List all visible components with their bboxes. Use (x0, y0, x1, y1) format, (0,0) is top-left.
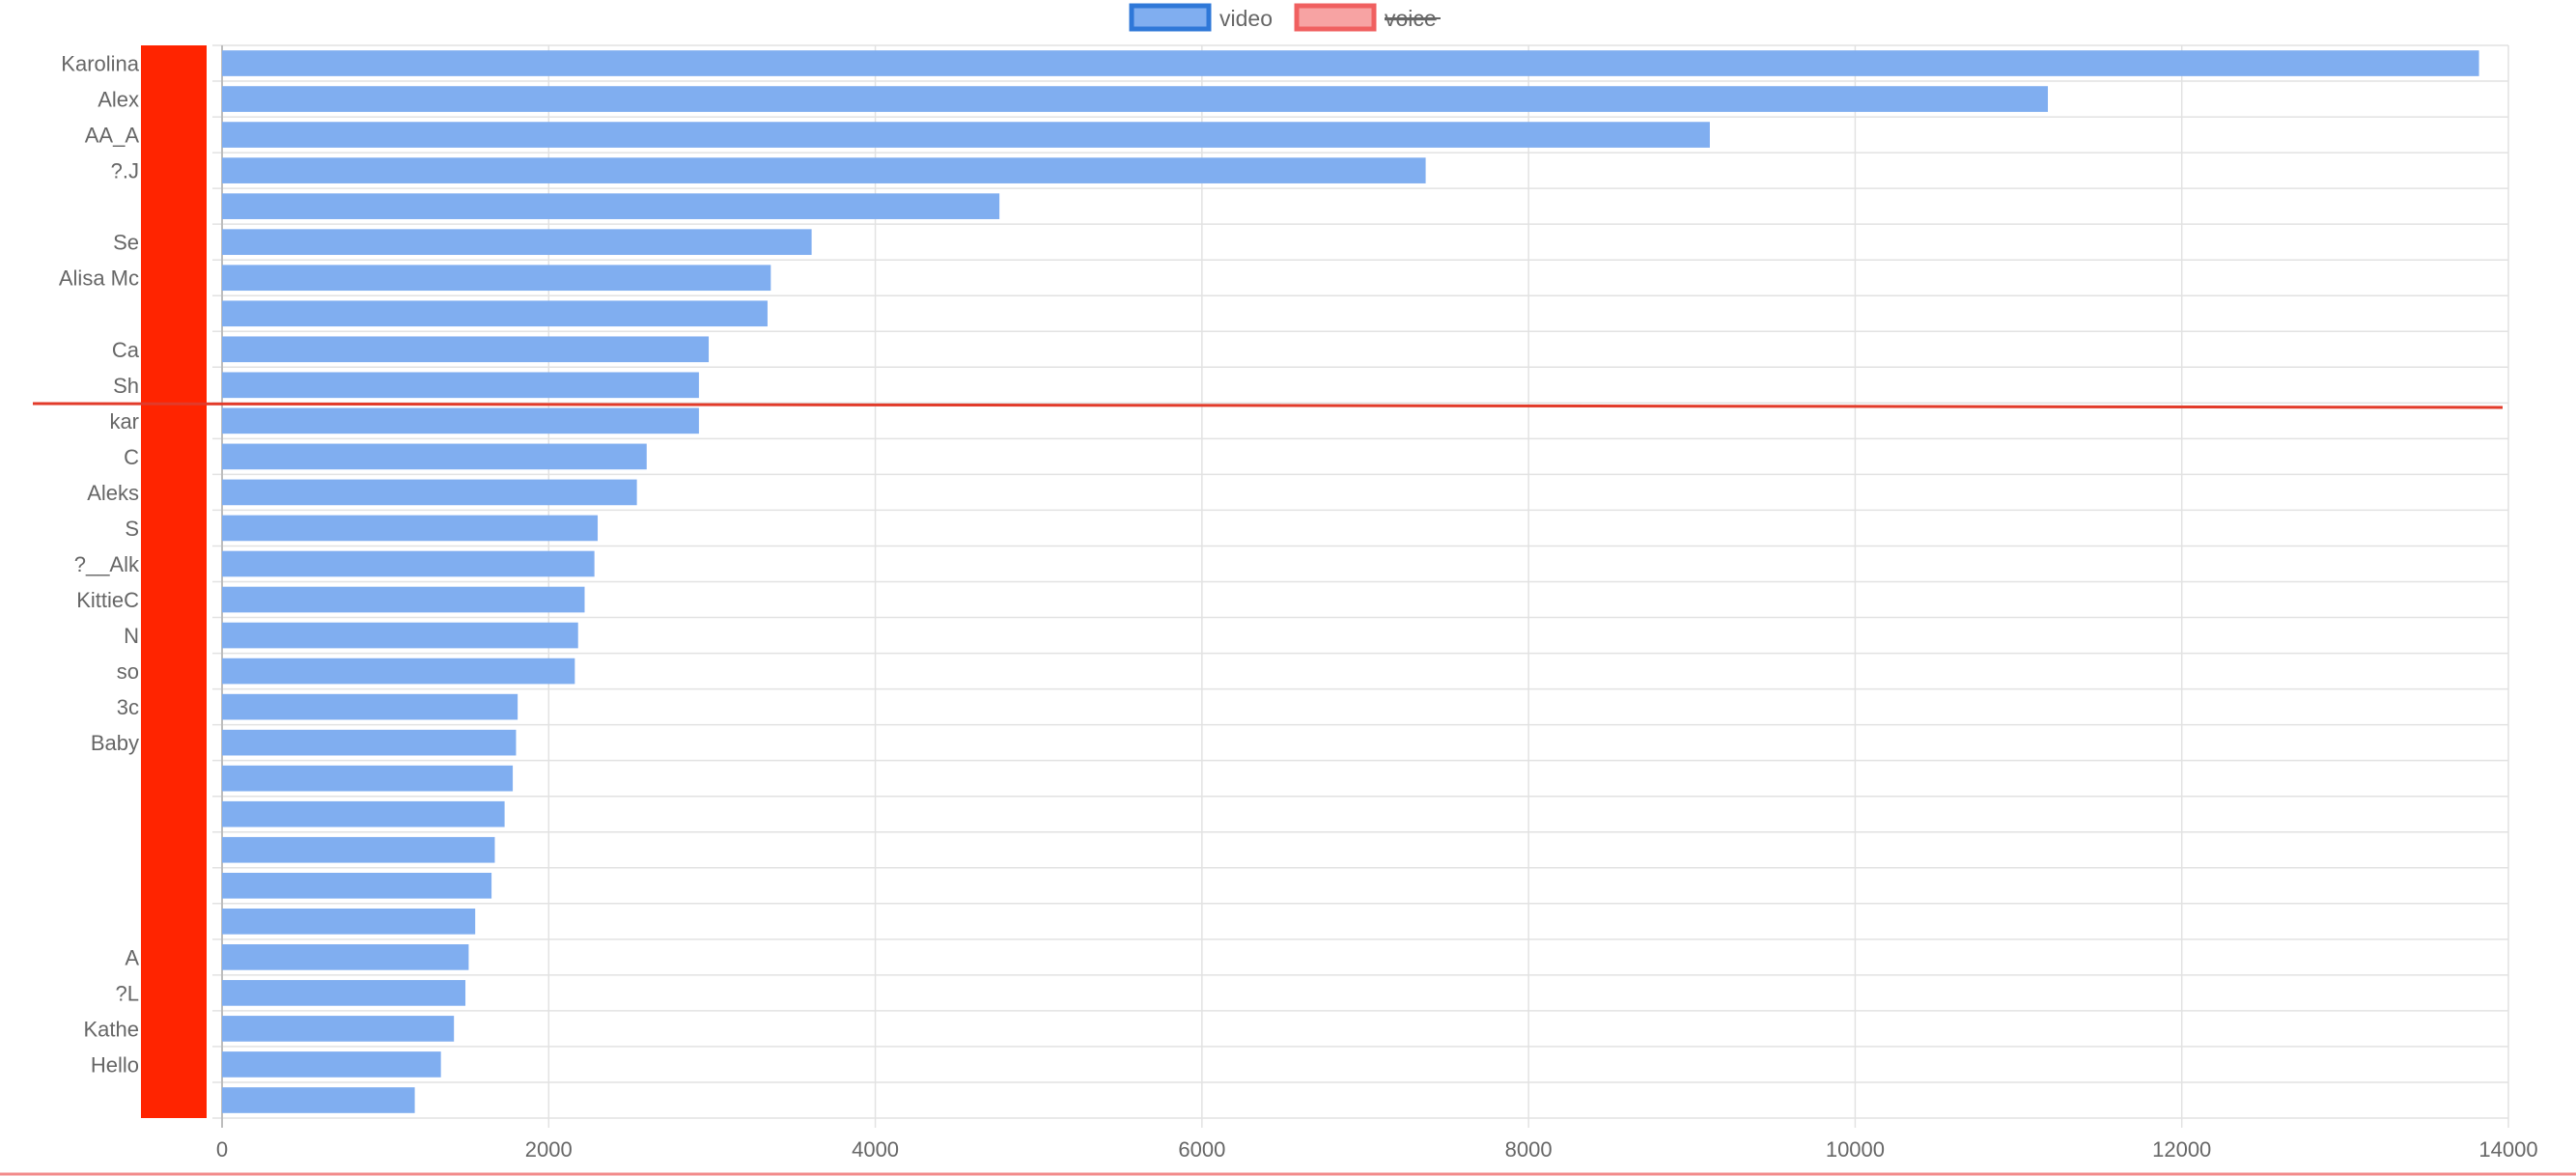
category-label: S (125, 517, 139, 541)
bar-video (222, 693, 518, 720)
category-label: Ca (112, 338, 140, 362)
category-labels: Karolina Alex AA_A ?.J Se Alisa Mc Ca Sh kar C Ale… (59, 52, 140, 1078)
category-label: Se (113, 231, 139, 255)
bar-chart: video voice Karolina Alex AA_A ?.J Se Alisa M… (0, 3, 2576, 1176)
redaction-block (141, 45, 207, 1118)
bar-video (222, 229, 812, 256)
bar-video (222, 122, 1710, 148)
category-label: kar (109, 409, 139, 434)
bar-video (222, 908, 476, 935)
bar-video (222, 872, 492, 899)
bar-video (222, 836, 495, 863)
category-label: AA_A (85, 124, 140, 148)
bar-video (222, 1087, 415, 1113)
legend-item-voice[interactable]: voice (1294, 3, 1441, 32)
category-label: KittieC (76, 588, 139, 612)
legend-swatch-video (1129, 3, 1212, 32)
x-tick-label: 12000 (2152, 1137, 2211, 1162)
category-label: ?.J (111, 159, 139, 183)
category-label: Alisa Mc (59, 266, 139, 291)
x-tick-label: 6000 (1178, 1137, 1225, 1162)
category-label: Kathe (84, 1017, 140, 1041)
category-label: Karolina (61, 52, 139, 76)
bar-video (222, 479, 637, 506)
bar-video (222, 372, 699, 399)
category-label: A (125, 945, 139, 969)
x-tick-label: 8000 (1505, 1137, 1553, 1162)
category-label: N (124, 624, 139, 648)
bar-video (222, 1016, 455, 1042)
category-label: ?L (116, 981, 139, 1005)
bar-video (222, 980, 466, 1006)
bar-video (222, 658, 575, 685)
category-label: Baby (91, 731, 139, 755)
x-axis-ticks: 0 2000 4000 6000 8000 10000 12000 14000 (216, 1137, 2538, 1162)
x-tick-label: 2000 (525, 1137, 573, 1162)
bar-video (222, 944, 469, 970)
bar-video (222, 50, 2479, 76)
bar-video (222, 265, 771, 292)
category-label: ?__Alk (74, 552, 140, 576)
bar-video (222, 86, 2049, 112)
legend-label-video: video (1219, 6, 1273, 31)
chart-legend: video voice (1129, 3, 1441, 32)
x-tick-label: 0 (216, 1137, 228, 1162)
bar-video (222, 1051, 441, 1078)
bar-video (222, 622, 578, 649)
bar-video (222, 515, 599, 542)
red-annotation-line (32, 402, 2504, 409)
bar-video (222, 443, 647, 470)
category-label: Alex (98, 88, 139, 112)
bar-video (222, 336, 710, 363)
bar-video (222, 193, 1000, 219)
bar-video (222, 729, 517, 756)
x-tick-label: 4000 (852, 1137, 899, 1162)
category-label: so (117, 659, 139, 684)
category-label: Aleks (87, 481, 139, 505)
bar-video (222, 550, 595, 577)
category-label: Hello (91, 1052, 139, 1077)
legend-swatch-voice (1294, 3, 1377, 32)
bar-video (222, 157, 1426, 183)
bar-video (222, 300, 768, 327)
legend-item-video[interactable]: video (1129, 3, 1273, 32)
bar-video (222, 800, 505, 827)
category-label: C (124, 445, 139, 469)
x-tick-label: 14000 (2478, 1137, 2537, 1162)
bar-video (222, 407, 699, 434)
category-label: 3c (117, 695, 139, 719)
category-label: Sh (113, 374, 139, 398)
x-tick-label: 10000 (1826, 1137, 1885, 1162)
bar-video (222, 765, 514, 792)
bar-video (222, 586, 585, 613)
